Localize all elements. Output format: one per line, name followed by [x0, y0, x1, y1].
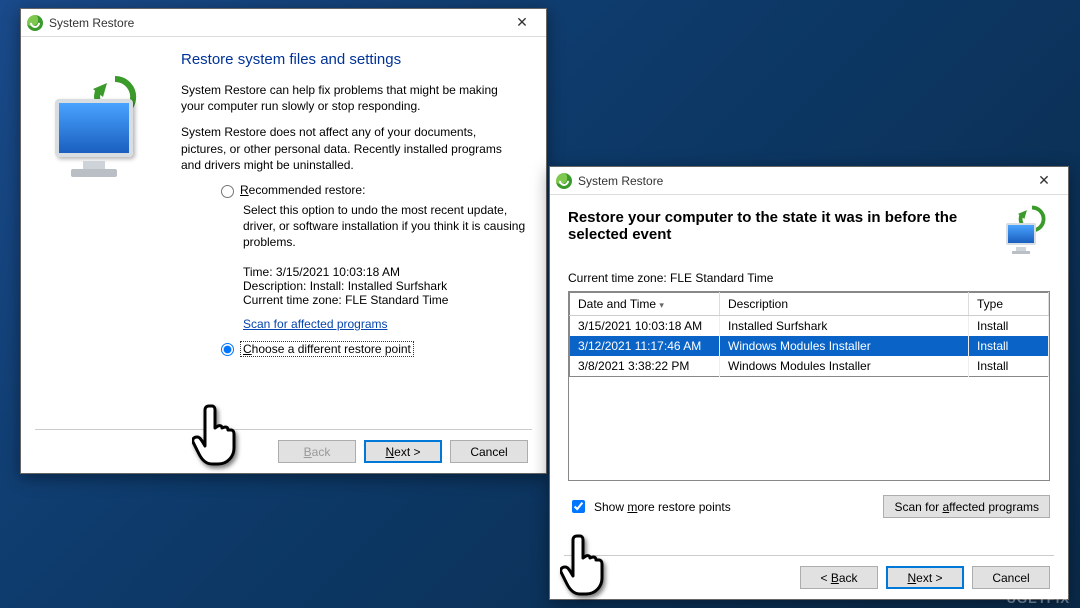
col-date[interactable]: Date and Time ▾ — [570, 293, 720, 316]
window-title: System Restore — [49, 16, 502, 30]
choose-different-restore-radio[interactable] — [221, 343, 234, 356]
window-title: System Restore — [578, 174, 1024, 188]
restore-illustration-icon — [1004, 209, 1050, 255]
table-row[interactable]: 3/15/2021 10:03:18 AMInstalled Surfshark… — [570, 316, 1049, 337]
cancel-button[interactable]: Cancel — [450, 440, 528, 463]
close-icon[interactable]: ✕ — [1024, 170, 1064, 192]
page-heading: Restore your computer to the state it wa… — [568, 209, 994, 243]
recommended-restore-label: RRecommended restore:ecommended restore: — [240, 183, 365, 197]
show-more-restore-points[interactable]: Show more restore points Show more resto… — [568, 497, 731, 516]
back-button: Back — [278, 440, 356, 463]
system-restore-wizard-step1: System Restore ✕ Restore system files an… — [20, 8, 547, 474]
restore-time-row: Time: 3/15/2021 10:03:18 AM — [243, 265, 528, 279]
col-desc[interactable]: Description — [720, 293, 969, 316]
intro-text-1: System Restore can help fix problems tha… — [181, 82, 511, 114]
page-heading: Restore system files and settings — [181, 51, 528, 68]
recommended-restore-desc: Select this option to undo the most rece… — [243, 202, 528, 251]
scan-affected-link[interactable]: Scan for affected programs — [243, 317, 388, 331]
intro-text-2: System Restore does not affect any of yo… — [181, 124, 521, 173]
close-icon[interactable]: ✕ — [502, 12, 542, 34]
system-restore-wizard-step2: System Restore ✕ Restore your computer t… — [549, 166, 1069, 600]
restore-illustration-icon — [45, 73, 155, 183]
next-button[interactable]: Next > — [886, 566, 964, 589]
titlebar[interactable]: System Restore ✕ — [21, 9, 546, 37]
scan-affected-button[interactable]: Scan for affected programs — [883, 495, 1050, 518]
restore-timezone-row: Current time zone: FLE Standard Time — [243, 293, 528, 307]
restore-description-row: Description: Install: Installed Surfshar… — [243, 279, 528, 293]
timezone-line: Current time zone: FLE Standard Time — [568, 271, 1050, 285]
table-row[interactable]: 3/8/2021 3:38:22 PMWindows Modules Insta… — [570, 356, 1049, 377]
show-more-checkbox[interactable] — [572, 500, 585, 513]
col-type[interactable]: Type — [969, 293, 1049, 316]
choose-different-restore-label: Choose a different restore point — [240, 341, 414, 357]
cancel-button[interactable]: Cancel — [972, 566, 1050, 589]
next-button[interactable]: Next > — [364, 440, 442, 463]
system-restore-icon — [27, 15, 43, 31]
titlebar[interactable]: System Restore ✕ — [550, 167, 1068, 195]
back-button[interactable]: < Back — [800, 566, 878, 589]
system-restore-icon — [556, 173, 572, 189]
restore-points-table[interactable]: Date and Time ▾ Description Type 3/15/20… — [568, 291, 1050, 481]
watermark: UGETFIX — [1007, 591, 1070, 606]
recommended-restore-radio[interactable] — [221, 185, 234, 198]
table-row[interactable]: 3/12/2021 11:17:46 AMWindows Modules Ins… — [570, 336, 1049, 356]
